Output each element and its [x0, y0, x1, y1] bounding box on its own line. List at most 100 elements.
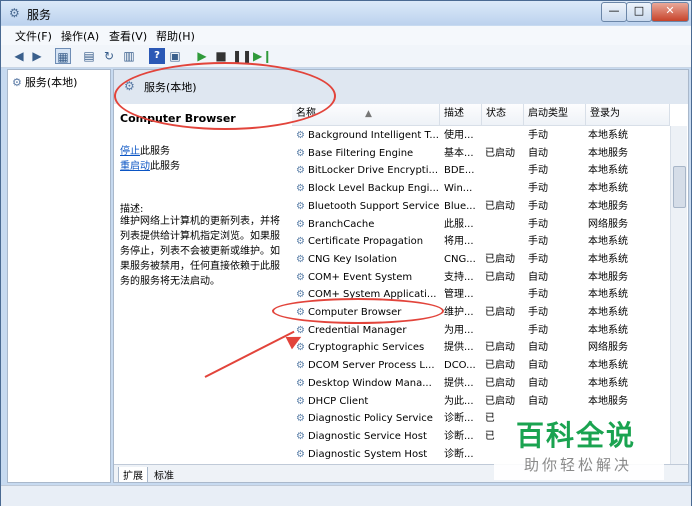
column-header-status[interactable]: 状态 [482, 104, 524, 126]
service-startup-cell: 手动 [528, 236, 548, 248]
service-gear-icon: ⚙ [296, 395, 305, 407]
tree-item-services-local[interactable]: ⚙ 服务(本地) [12, 74, 77, 90]
stop-service-link[interactable]: 停止 [120, 146, 140, 157]
tree-item-label: 服务(本地) [24, 76, 78, 89]
service-description-cell: 维护... [444, 307, 474, 318]
close-button[interactable]: ✕ [651, 2, 689, 22]
service-description-cell: 诊断... [444, 413, 474, 425]
watermark-title: 百科全说 [516, 419, 637, 452]
table-row[interactable]: ⚙ Desktop Window Mana... 提供... 已启动 自动 本地系统 [292, 375, 672, 393]
menu-view[interactable]: 查看(V) [109, 28, 147, 44]
service-gear-icon: ⚙ [296, 289, 305, 301]
window-title: 服务 [27, 8, 52, 22]
service-logon-cell: 网络服务 [588, 218, 628, 230]
service-description-cell: 为用... [444, 324, 474, 336]
watermark: 百科全说 助你轻松解决 [494, 406, 664, 480]
toolbar: ◀ ▶ ▦ ▤ ↻ ▥ ? ▣ ▶ ■ ❚❚ ▶❙ [1, 45, 691, 68]
service-name-text: Base Filtering Engine [307, 147, 414, 159]
service-name-cell: ⚙ DCOM Server Process L... [296, 357, 440, 375]
action-pane-icon[interactable]: ▣ [167, 48, 183, 64]
table-row[interactable]: ⚙ Credential Manager 为用... 手动 本地系统 [292, 322, 672, 340]
console-tree: ⚙ 服务(本地) [7, 69, 111, 483]
refresh-icon[interactable]: ↻ [101, 48, 117, 64]
table-row[interactable]: ⚙ Background Intelligent T... 使用... 手动 本地系统 [292, 127, 672, 145]
column-header-logon-as[interactable]: 登录为 [586, 104, 670, 126]
table-row[interactable]: ⚙ Block Level Backup Engi... Win... 手动 本地系统 [292, 180, 672, 198]
service-gear-icon: ⚙ [296, 200, 305, 212]
tab-standard[interactable]: 标准 [150, 467, 178, 482]
service-name-cell: ⚙ BitLocker Drive Encrypti... [296, 162, 440, 180]
restart-service-link[interactable]: 重启动 [120, 161, 150, 172]
service-description-cell: 诊断... [444, 448, 474, 460]
service-name-text: Cryptographic Services [307, 342, 425, 354]
maximize-button[interactable]: □ [626, 2, 652, 22]
service-name-text: CNG Key Isolation [307, 253, 398, 265]
service-name-cell: ⚙ CNG Key Isolation [296, 251, 440, 269]
service-gear-icon: ⚙ [296, 377, 305, 389]
service-logon-cell: 本地系统 [588, 183, 628, 195]
table-row[interactable]: ⚙ COM+ Event System 支持... 已启动 自动 本地服务 [292, 269, 672, 287]
service-name-cell: ⚙ COM+ Event System [296, 269, 440, 287]
service-status-cell: 已启动 [485, 307, 515, 318]
help-icon[interactable]: ? [149, 48, 165, 64]
service-name-cell: ⚙ Diagnostic Service Host [296, 428, 440, 446]
service-name-cell: ⚙ Base Filtering Engine [296, 145, 440, 163]
service-name-text: Diagnostic Service Host [307, 430, 427, 442]
service-status-cell: 已启动 [485, 271, 515, 283]
restart-service-icon[interactable]: ▶❙ [253, 48, 272, 64]
service-startup-cell: 手动 [528, 200, 548, 212]
export-list-icon[interactable]: ▥ [121, 48, 137, 64]
service-gear-icon: ⚙ [296, 130, 305, 141]
service-name-cell: ⚙ Diagnostic System Host [296, 446, 440, 464]
service-status-cell: 已启动 [485, 253, 515, 265]
properties-icon[interactable]: ▤ [81, 48, 97, 64]
table-row[interactable]: ⚙ BitLocker Drive Encrypti... BDE... 手动 本地系统 [292, 162, 672, 180]
table-row[interactable]: ⚙ DCOM Server Process L... DCO... 已启动 自动 本地系统 [292, 357, 672, 375]
tab-extended[interactable]: 扩展 [118, 467, 148, 482]
service-name-text: Credential Manager [307, 324, 407, 336]
stop-service-suffix: 此服务 [140, 146, 170, 157]
service-logon-cell: 本地服务 [588, 200, 628, 212]
vertical-scrollbar[interactable] [670, 126, 687, 464]
service-name-text: Bluetooth Support Service [307, 200, 440, 212]
title-bar[interactable]: ⚙ 服务 — □ ✕ [1, 1, 691, 25]
service-gear-icon: ⚙ [296, 147, 305, 159]
service-status-cell: 已启动 [485, 200, 515, 212]
column-header-startup-type[interactable]: 启动类型 [524, 104, 586, 126]
table-row[interactable]: ⚙ CNG Key Isolation CNG... 已启动 手动 本地系统 [292, 251, 672, 269]
table-row[interactable]: ⚙ BranchCache 此服... 手动 网络服务 [292, 216, 672, 234]
service-name-cell: ⚙ Diagnostic Policy Service [296, 410, 440, 428]
services-gear-icon: ⚙ [9, 6, 20, 20]
service-startup-cell: 手动 [528, 324, 548, 336]
service-description-cell: CNG... [444, 253, 476, 265]
service-startup-cell: 自动 [528, 342, 548, 354]
menu-help[interactable]: 帮助(H) [156, 28, 195, 44]
table-row[interactable]: ⚙ Certificate Propagation 将用... 手动 本地系统 [292, 233, 672, 251]
service-name-cell: ⚙ Desktop Window Mana... [296, 375, 440, 393]
menu-action[interactable]: 操作(A) [61, 28, 99, 44]
service-startup-cell: 自动 [528, 360, 548, 372]
service-description-cell: 提供... [444, 377, 474, 389]
service-gear-icon: ⚙ [296, 413, 305, 425]
forward-icon[interactable]: ▶ [29, 48, 45, 64]
service-description-cell: 诊断... [444, 430, 474, 442]
service-status-cell: 已启动 [485, 147, 515, 159]
scrollbar-thumb[interactable] [673, 166, 686, 208]
service-status-cell: 已启动 [485, 360, 515, 372]
service-status-cell: 已启动 [485, 342, 515, 354]
column-header-description[interactable]: 描述 [440, 104, 482, 126]
show-hide-tree-icon[interactable]: ▦ [55, 48, 71, 64]
service-name-text: BitLocker Drive Encrypti... [307, 165, 439, 177]
service-name-cell: ⚙ BranchCache [296, 216, 440, 234]
watermark-subtitle: 助你轻松解决 [524, 456, 633, 474]
menu-file[interactable]: 文件(F) [15, 28, 52, 44]
back-icon[interactable]: ◀ [11, 48, 27, 64]
stop-service-line: 停止此服务 [120, 142, 170, 157]
service-description-cell: 此服... [444, 218, 474, 230]
table-row[interactable]: ⚙ Bluetooth Support Service Blue... 已启动 手动 本地… [292, 198, 672, 216]
table-row[interactable]: ⚙ Base Filtering Engine 基本... 已启动 自动 本地服务 [292, 145, 672, 163]
minimize-button[interactable]: — [601, 2, 627, 22]
service-logon-cell: 本地服务 [588, 271, 628, 283]
service-name-text: DHCP Client [307, 395, 369, 407]
table-row[interactable]: ⚙ Cryptographic Services 提供... 已启动 自动 网络服务 [292, 339, 672, 357]
